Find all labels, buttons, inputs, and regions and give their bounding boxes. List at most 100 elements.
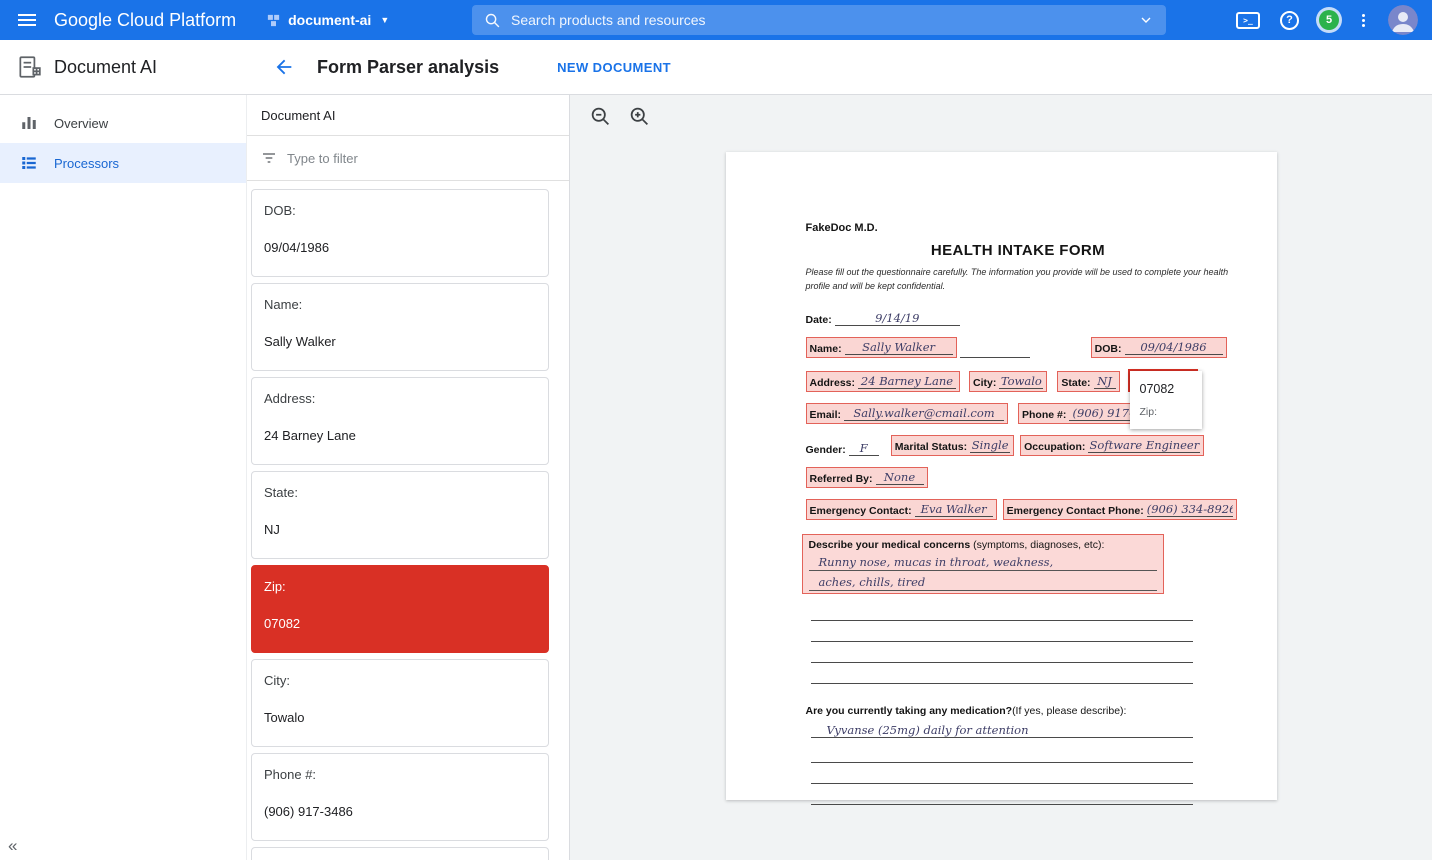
field-card[interactable]: Name: Sally Walker bbox=[251, 283, 549, 371]
name-value: Sally Walker bbox=[845, 340, 953, 355]
marital-status-value: Single bbox=[970, 438, 1010, 453]
sidebar-item-label: Processors bbox=[54, 156, 119, 171]
search-input[interactable] bbox=[511, 12, 1138, 28]
field-card-partial[interactable] bbox=[251, 847, 549, 860]
avatar[interactable] bbox=[1388, 5, 1418, 35]
new-document-button[interactable]: NEW DOCUMENT bbox=[557, 60, 671, 75]
collapse-panel-icon[interactable]: « bbox=[8, 836, 17, 856]
back-arrow-icon[interactable] bbox=[273, 56, 295, 78]
menu-icon[interactable] bbox=[18, 11, 36, 29]
medical-concerns-label: Describe your medical concerns (symptoms… bbox=[809, 539, 1157, 551]
name-highlight[interactable]: Name: Sally Walker bbox=[806, 337, 957, 358]
cloud-shell-icon[interactable]: >_ bbox=[1236, 12, 1260, 29]
zoom-out-icon[interactable] bbox=[590, 106, 611, 132]
sidebar-item-label: Overview bbox=[54, 116, 108, 131]
filter-row bbox=[247, 136, 569, 181]
field-label: State: bbox=[264, 485, 536, 500]
referred-by-value: None bbox=[876, 470, 924, 485]
field-card[interactable]: DOB: 09/04/1986 bbox=[251, 189, 549, 277]
app-header-left: Document AI bbox=[0, 54, 247, 80]
form-row-medication-answer: Vyvanse (25mg) daily for attention bbox=[811, 721, 1231, 738]
notifications-badge[interactable]: 5 bbox=[1319, 10, 1339, 30]
field-card-list: DOB: 09/04/1986 Name: Sally Walker Addre… bbox=[247, 181, 569, 860]
emergency-contact-highlight[interactable]: Emergency Contact: Eva Walker bbox=[806, 499, 997, 520]
emergency-phone-value: (906) 334-8926 bbox=[1147, 502, 1233, 517]
medical-concerns-highlight[interactable]: Describe your medical concerns (symptoms… bbox=[802, 534, 1164, 594]
blank-line bbox=[811, 742, 1193, 763]
blank-line bbox=[811, 663, 1193, 684]
overview-icon bbox=[20, 114, 38, 132]
blank-line bbox=[811, 784, 1193, 805]
medical-concerns-line2: aches, chills, tired bbox=[809, 571, 1157, 591]
field-value: NJ bbox=[264, 522, 536, 537]
date-value: 9/14/19 bbox=[835, 311, 960, 326]
sidebar-item-overview[interactable]: Overview bbox=[0, 103, 246, 143]
field-value: 24 Barney Lane bbox=[264, 428, 536, 443]
filter-input[interactable] bbox=[287, 151, 569, 166]
top-bar: Google Cloud Platform document-ai ▼ >_ ?… bbox=[0, 0, 1432, 40]
form-row-name-dob: Name: Sally Walker DOB: 09/04/1986 bbox=[806, 337, 1231, 358]
city-highlight[interactable]: City: Towalo bbox=[969, 371, 1047, 392]
field-card[interactable]: City: Towalo bbox=[251, 659, 549, 747]
dob-highlight[interactable]: DOB: 09/04/1986 bbox=[1091, 337, 1227, 358]
filter-icon bbox=[261, 150, 277, 166]
app-title: Document AI bbox=[54, 57, 157, 78]
page-title: Form Parser analysis bbox=[317, 57, 499, 78]
address-value: 24 Barney Lane bbox=[858, 374, 956, 389]
field-value: Towalo bbox=[264, 710, 536, 725]
blank-line bbox=[811, 642, 1193, 663]
document-page[interactable]: FakeDoc M.D. HEALTH INTAKE FORM Please f… bbox=[726, 152, 1277, 800]
search-icon bbox=[484, 12, 501, 29]
field-card[interactable]: Address: 24 Barney Lane bbox=[251, 377, 549, 465]
content: Overview Processors « Document AI DOB: 0… bbox=[0, 95, 1432, 860]
dob-value: 09/04/1986 bbox=[1125, 340, 1223, 355]
tooltip-label: Zip: bbox=[1140, 406, 1192, 418]
project-picker[interactable]: document-ai ▼ bbox=[266, 12, 389, 28]
doc-author: FakeDoc M.D. bbox=[806, 222, 1231, 234]
address-highlight[interactable]: Address: 24 Barney Lane bbox=[806, 371, 961, 392]
document-viewer: FakeDoc M.D. HEALTH INTAKE FORM Please f… bbox=[570, 95, 1432, 860]
marital-status-highlight[interactable]: Marital Status: Single bbox=[891, 435, 1014, 456]
city-value: Towalo bbox=[999, 374, 1043, 389]
field-value: 09/04/1986 bbox=[264, 240, 536, 255]
help-icon[interactable]: ? bbox=[1280, 11, 1299, 30]
doc-title: HEALTH INTAKE FORM bbox=[806, 242, 1231, 259]
form-row-referred: Referred By: None bbox=[806, 467, 1231, 488]
zoom-controls bbox=[590, 106, 650, 132]
occupation-highlight[interactable]: Occupation: Software Engineer bbox=[1020, 435, 1204, 456]
gender-value: F bbox=[849, 441, 879, 456]
field-label: DOB: bbox=[264, 203, 536, 218]
brand-logo[interactable]: Google Cloud Platform bbox=[54, 10, 236, 31]
form-row-emergency: Emergency Contact: Eva Walker Emergency … bbox=[806, 499, 1231, 520]
email-highlight[interactable]: Email: Sally.walker@cmail.com bbox=[806, 403, 1009, 424]
fields-panel: Document AI DOB: 09/04/1986 Name: Sally … bbox=[247, 95, 570, 860]
field-card[interactable]: Phone #: (906) 917-3486 bbox=[251, 753, 549, 841]
state-value: NJ bbox=[1094, 374, 1116, 389]
processors-icon bbox=[20, 154, 38, 172]
sidebar-item-processors[interactable]: Processors bbox=[0, 143, 246, 183]
field-label: City: bbox=[264, 673, 536, 688]
document-ai-icon bbox=[16, 54, 42, 80]
form-row-date: Date: 9/14/19 bbox=[806, 309, 1231, 326]
field-card[interactable]: Zip: 07082 bbox=[251, 565, 549, 653]
field-label: Zip: bbox=[264, 579, 536, 594]
project-name: document-ai bbox=[288, 12, 371, 28]
sidebar: Overview Processors « bbox=[0, 95, 247, 860]
panel-title: Document AI bbox=[247, 95, 569, 136]
form-row-gender: Gender: F Marital Status: Single Occupat… bbox=[806, 435, 1231, 456]
blank-line bbox=[811, 621, 1193, 642]
field-label: Name: bbox=[264, 297, 536, 312]
more-options-icon[interactable] bbox=[1359, 12, 1368, 29]
zoom-in-icon[interactable] bbox=[629, 106, 650, 132]
state-highlight[interactable]: State: NJ bbox=[1057, 371, 1119, 392]
field-value: 07082 bbox=[264, 616, 536, 631]
search-bar[interactable] bbox=[472, 5, 1166, 35]
form-row-medication-question: Are you currently taking any medication?… bbox=[806, 700, 1231, 717]
referred-by-highlight[interactable]: Referred By: None bbox=[806, 467, 928, 488]
emergency-phone-highlight[interactable]: Emergency Contact Phone: (906) 334-8926 bbox=[1003, 499, 1237, 520]
occupation-value: Software Engineer bbox=[1088, 438, 1200, 453]
field-card[interactable]: State: NJ bbox=[251, 471, 549, 559]
blank-line bbox=[811, 600, 1193, 621]
search-chevron-down-icon[interactable] bbox=[1138, 12, 1154, 28]
field-label: Phone #: bbox=[264, 767, 536, 782]
